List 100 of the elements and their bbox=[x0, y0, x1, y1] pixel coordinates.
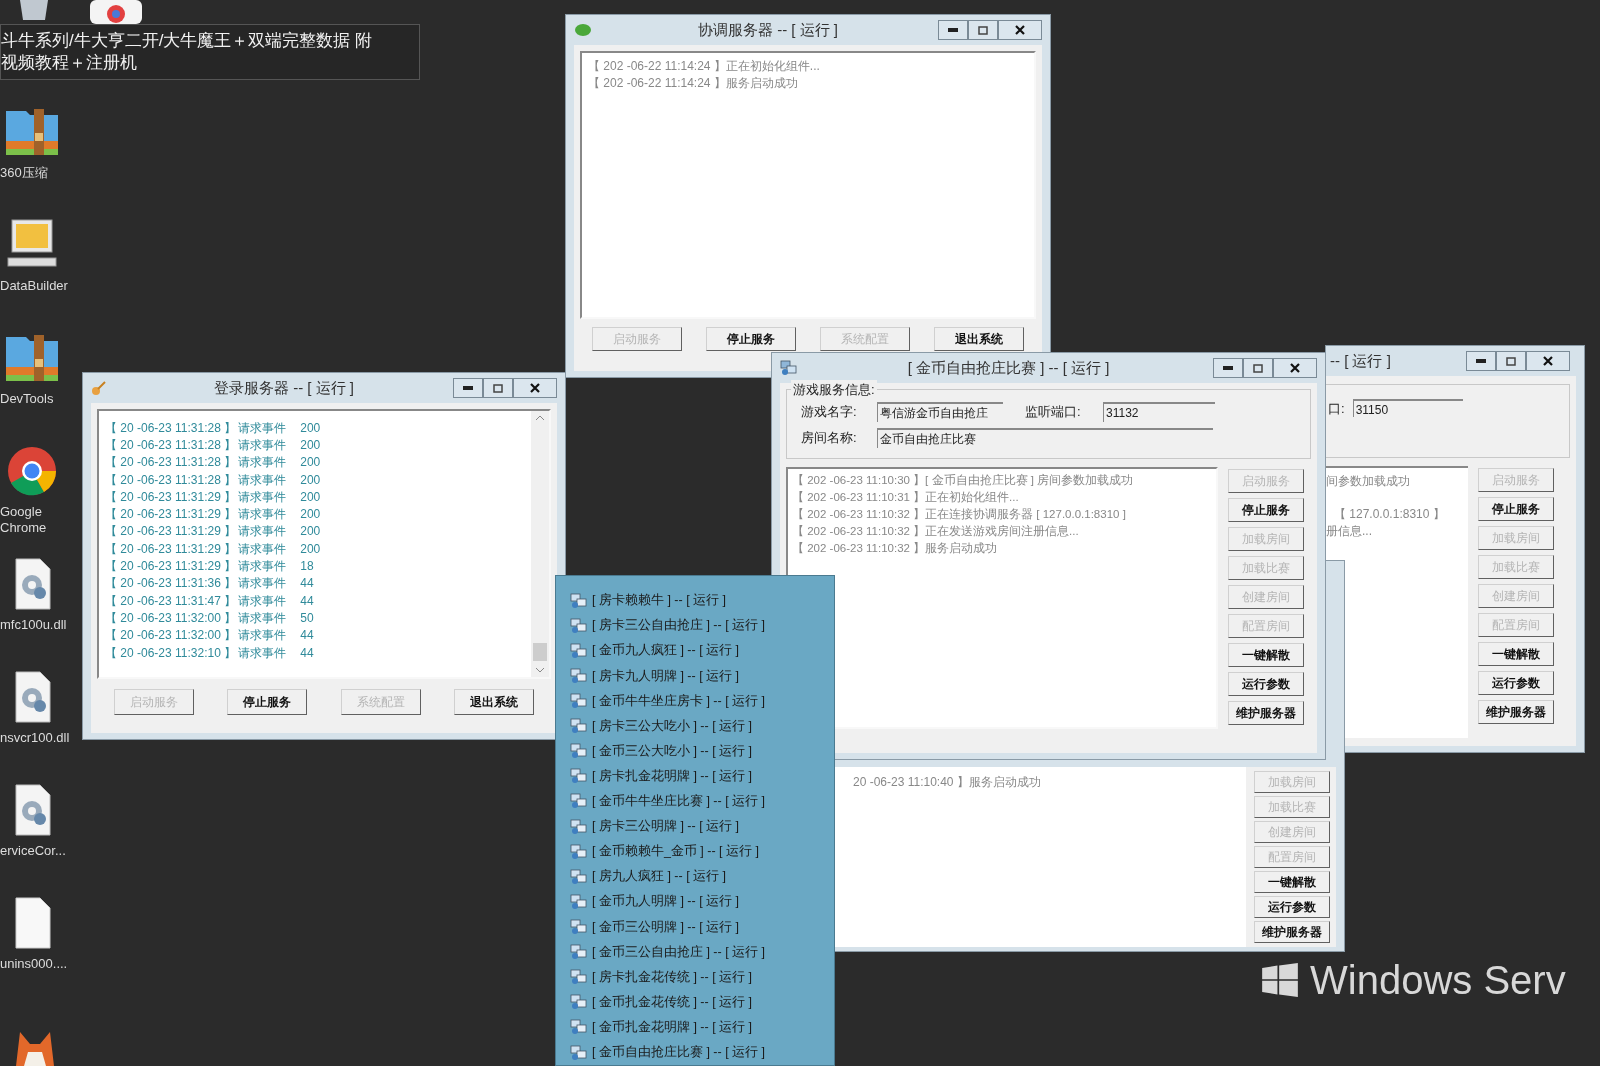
minimize-icon bbox=[463, 386, 473, 390]
log-code: 200 bbox=[300, 523, 321, 541]
scroll-down-icon bbox=[535, 667, 545, 673]
network-icon bbox=[570, 743, 588, 760]
action-button[interactable]: 退出系统 bbox=[454, 689, 535, 715]
minimize-button[interactable] bbox=[1466, 351, 1496, 371]
log-code: 200 bbox=[300, 540, 321, 558]
network-icon bbox=[570, 994, 588, 1011]
action-button[interactable]: 运行参数 bbox=[1228, 672, 1304, 696]
icon-label[interactable]: 360压缩 bbox=[0, 165, 78, 182]
window-list-item[interactable]: [ 金币扎金花明牌 ] -- [ 运行 ] bbox=[570, 1014, 834, 1040]
log-event: 请求事件 bbox=[238, 523, 287, 541]
tooltip-text: 视频教程＋注册机 bbox=[1, 52, 138, 74]
wallpaper-text: Windows Serv bbox=[1310, 960, 1566, 1000]
window-list-item[interactable]: [ 房卡赖赖牛 ] -- [ 运行 ] bbox=[570, 588, 834, 614]
window-list-item[interactable]: [ 金币扎金花传统 ] -- [ 运行 ] bbox=[570, 989, 834, 1015]
window-list-item[interactable]: [ 房卡三公自由抢庄 ] -- [ 运行 ] bbox=[570, 613, 834, 639]
close-icon bbox=[1290, 363, 1300, 373]
log-time: 【 20 -06-23 11:31:28 】 bbox=[105, 471, 237, 489]
window-list-item[interactable]: [ 房卡九人明牌 ] -- [ 运行 ] bbox=[570, 663, 834, 689]
port-field[interactable]: 31150 bbox=[1352, 399, 1463, 417]
log-event: 请求事件 bbox=[238, 540, 287, 558]
log-time: 【 20 -06-23 11:31:36 】 bbox=[105, 575, 237, 593]
log-line: 【 202 -06-23 11:10:32 】正在发送游戏房间注册信息... bbox=[792, 524, 1080, 538]
log-time: 【 20 -06-23 11:31:29 】 bbox=[105, 488, 237, 506]
close-button[interactable] bbox=[998, 20, 1042, 40]
log-line: 20 -06-23 11:10:40 】服务启动成功 bbox=[853, 775, 1042, 789]
icon-label[interactable]: nsvcr100.dll bbox=[0, 730, 78, 747]
close-button[interactable] bbox=[513, 378, 557, 398]
icon-label[interactable]: DevTools bbox=[0, 391, 78, 408]
window-list-item[interactable]: [ 金币赖赖牛_金币 ] -- [ 运行 ] bbox=[570, 839, 834, 865]
key-icon bbox=[91, 380, 107, 396]
log-line: 【 202 -06-23 11:10:31 】正在初始化组件... bbox=[792, 490, 1020, 504]
window-list-item[interactable]: [ 房九人疯狂 ] -- [ 运行 ] bbox=[570, 864, 834, 890]
network-icon bbox=[570, 868, 588, 885]
maximize-button[interactable] bbox=[968, 20, 998, 40]
log-code: 200 bbox=[300, 471, 321, 489]
action-button[interactable]: 一键解散 bbox=[1478, 642, 1554, 666]
close-icon bbox=[1015, 25, 1025, 35]
log-event: 请求事件 bbox=[238, 471, 287, 489]
action-button[interactable]: 停止服务 bbox=[1478, 497, 1554, 521]
game-name-field[interactable]: 粤信游金币自由抢庄 bbox=[877, 402, 1003, 422]
minimize-button[interactable] bbox=[938, 20, 968, 40]
log-event: 请求事件 bbox=[238, 436, 287, 454]
action-button[interactable]: 维护服务器 bbox=[1228, 701, 1304, 725]
action-button[interactable]: 一键解散 bbox=[1228, 643, 1304, 667]
log-event: 请求事件 bbox=[238, 644, 287, 662]
action-button[interactable]: 停止服务 bbox=[706, 327, 796, 351]
window-list-item[interactable]: [ 房卡三公大吃小 ] -- [ 运行 ] bbox=[570, 713, 834, 739]
field-label: 口: bbox=[1328, 400, 1345, 418]
windows-logo-icon bbox=[1262, 963, 1298, 997]
close-button[interactable] bbox=[1273, 358, 1317, 378]
icon-label[interactable]: erviceCor... bbox=[0, 843, 78, 860]
network-icon bbox=[570, 818, 588, 835]
maximize-icon bbox=[1506, 356, 1516, 366]
window-list-item[interactable]: [ 房卡扎金花传统 ] -- [ 运行 ] bbox=[570, 964, 834, 990]
log-code: 200 bbox=[300, 436, 321, 454]
log-line: 【 202 -06-23 11:10:32 】正在连接协调服务器 [ 127.0.0.1:8310 ] bbox=[792, 507, 1127, 521]
window-list-item[interactable]: [ 金币九人疯狂 ] -- [ 运行 ] bbox=[570, 638, 834, 664]
scrollbar[interactable] bbox=[531, 411, 549, 677]
icon-label[interactable]: unins000.... bbox=[0, 956, 78, 973]
window-list-item[interactable]: [ 金币牛牛坐庄房卡 ] -- [ 运行 ] bbox=[570, 688, 834, 714]
action-button[interactable]: 停止服务 bbox=[227, 689, 308, 715]
icon-label[interactable]: Google Chrome bbox=[0, 504, 78, 537]
action-button[interactable]: 运行参数 bbox=[1478, 671, 1554, 695]
close-button[interactable] bbox=[1526, 351, 1570, 371]
action-button[interactable]: 退出系统 bbox=[934, 327, 1024, 351]
scroll-thumb[interactable] bbox=[533, 643, 547, 661]
close-icon bbox=[1543, 356, 1553, 366]
log-time: 【 20 -06-23 11:32:00 】 bbox=[105, 609, 237, 627]
log-event: 请求事件 bbox=[238, 575, 287, 593]
window-list-item[interactable]: [ 金币三公自由抢庄 ] -- [ 运行 ] bbox=[570, 939, 834, 965]
minimize-button[interactable] bbox=[1213, 358, 1243, 378]
app-icon bbox=[90, 0, 142, 24]
log-event: 请求事件 bbox=[238, 506, 287, 524]
window-list-item[interactable]: [ 金币三公明牌 ] -- [ 运行 ] bbox=[570, 914, 834, 940]
window-list-item[interactable]: [ 金币三公大吃小 ] -- [ 运行 ] bbox=[570, 738, 834, 764]
action-button[interactable]: 维护服务器 bbox=[1254, 921, 1330, 943]
maximize-button[interactable] bbox=[1496, 351, 1526, 371]
action-button[interactable]: 运行参数 bbox=[1254, 896, 1330, 918]
maximize-button[interactable] bbox=[483, 378, 513, 398]
window-title: -- [ 运行 ] bbox=[1329, 350, 1392, 371]
window-list-item[interactable]: [ 金币牛牛坐庄比赛 ] -- [ 运行 ] bbox=[570, 788, 834, 814]
action-button[interactable]: 维护服务器 bbox=[1478, 700, 1554, 724]
network-icon bbox=[570, 918, 588, 935]
window-list-item[interactable]: [ 金币九人明牌 ] -- [ 运行 ] bbox=[570, 889, 834, 915]
room-name-field[interactable]: 金币自由抢庄比赛 bbox=[877, 428, 1213, 448]
window-list-item[interactable]: [ 房卡扎金花明牌 ] -- [ 运行 ] bbox=[570, 763, 834, 789]
log-time: 【 20 -06-23 11:31:28 】 bbox=[105, 419, 237, 437]
action-button[interactable]: 停止服务 bbox=[1228, 498, 1304, 522]
icon-label[interactable]: mfc100u.dll bbox=[0, 617, 78, 634]
network-icon bbox=[570, 944, 588, 961]
minimize-icon bbox=[1476, 359, 1486, 363]
port-field[interactable]: 31132 bbox=[1103, 402, 1215, 422]
icon-label[interactable]: DataBuilder bbox=[0, 278, 78, 295]
maximize-button[interactable] bbox=[1243, 358, 1273, 378]
window-list-item[interactable]: [ 房卡三公明牌 ] -- [ 运行 ] bbox=[570, 814, 834, 840]
window-list-item[interactable]: [ 金币自由抢庄比赛 ] -- [ 运行 ] bbox=[570, 1039, 834, 1066]
minimize-button[interactable] bbox=[453, 378, 483, 398]
action-button[interactable]: 一键解散 bbox=[1254, 871, 1330, 893]
